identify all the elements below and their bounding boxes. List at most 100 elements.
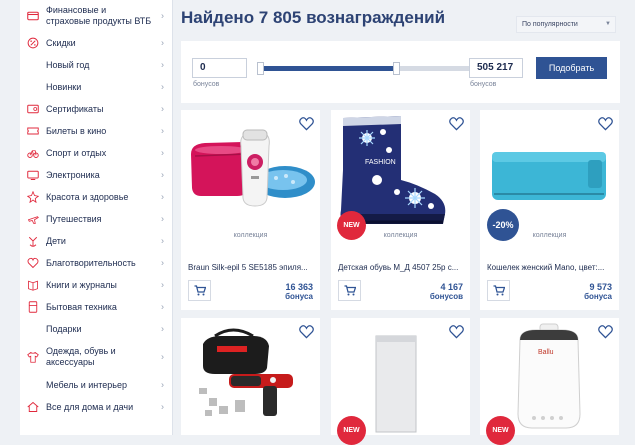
product-name[interactable]: Кошелек женский Mano, цвет:...	[487, 263, 612, 272]
sidebar-item-label: Бытовая техника	[46, 301, 117, 312]
product-card[interactable]: Ballu NEW	[480, 318, 619, 445]
sidebar-item[interactable]: Путешествия ›	[20, 208, 172, 230]
sidebar-item[interactable]: Книги и журналы ›	[20, 274, 172, 296]
sidebar-item[interactable]: Благотворительность ›	[20, 252, 172, 274]
chevron-right-icon: ›	[161, 10, 164, 21]
max-bonus-input[interactable]: 505 217	[469, 58, 523, 78]
chevron-right-icon: ›	[161, 81, 164, 92]
cart-icon	[493, 285, 505, 296]
sidebar-item-label: Красота и здоровье	[46, 191, 129, 202]
product-price: 16 363	[285, 282, 313, 292]
sidebar-item-label: Книги и журналы	[46, 279, 117, 290]
sidebar-item-label: Подарки	[46, 323, 82, 334]
sidebar-item[interactable]: Скидки ›	[20, 32, 172, 54]
product-name[interactable]: Детская обувь М_Д 4507 25р с...	[338, 263, 463, 272]
card-icon	[26, 9, 40, 23]
chevron-right-icon: ›	[161, 125, 164, 136]
chevron-right-icon: ›	[161, 147, 164, 158]
apply-filter-button[interactable]: Подобрать	[536, 57, 607, 79]
sidebar-item-label: Путешествия	[46, 213, 102, 224]
sidebar-item-label: Мебель и интерьер	[46, 379, 127, 390]
product-card[interactable]: коллекция Braun Silk-epil 5 SE5185 эпиля…	[181, 110, 320, 310]
sidebar-item-label: Дети	[46, 235, 66, 246]
product-card[interactable]: -20% коллекция Кошелек женский Mano, цве…	[480, 110, 619, 310]
sidebar-item[interactable]: Новый год ›	[20, 54, 172, 76]
sidebar-item-label: Благотворительность	[46, 257, 136, 268]
sidebar-item[interactable]: Подарки ›	[20, 318, 172, 340]
chevron-right-icon: ›	[161, 213, 164, 224]
sidebar-item[interactable]: Бытовая техника ›	[20, 296, 172, 318]
sidebar-item[interactable]: Одежда, обувь и аксессуары ›	[20, 340, 172, 374]
sidebar-item-label: Билеты в кино	[46, 125, 107, 136]
sidebar-item[interactable]: Дети ›	[20, 230, 172, 252]
favorite-heart-icon[interactable]	[598, 117, 613, 131]
bonus-range-fill	[260, 66, 396, 71]
max-bonus-label: бонусов	[470, 81, 497, 88]
sidebar-item[interactable]: Сертификаты ›	[20, 98, 172, 120]
range-min-handle[interactable]	[257, 62, 264, 75]
bonus-filter-panel: 0 бонусов 505 217 бонусов Подобрать	[181, 41, 620, 103]
product-price: 9 573	[589, 282, 612, 292]
chevron-right-icon: ›	[161, 379, 164, 390]
new-badge: NEW	[337, 416, 366, 445]
sidebar-item[interactable]: Новинки ›	[20, 76, 172, 98]
appliance-icon	[26, 300, 40, 314]
favorite-heart-icon[interactable]	[449, 117, 464, 131]
chevron-right-icon: ›	[161, 169, 164, 180]
favorite-heart-icon[interactable]	[299, 325, 314, 339]
sidebar-item[interactable]: Электроника ›	[20, 164, 172, 186]
sidebar-item[interactable]: Все для дома и дачи ›	[20, 396, 172, 418]
children-icon	[26, 234, 40, 248]
range-max-handle[interactable]	[392, 62, 400, 75]
sidebar-item[interactable]: Финансовые и страховые продукты ВТБ ›	[20, 0, 172, 32]
sidebar-item[interactable]: Спорт и отдых ›	[20, 142, 172, 164]
sidebar-item[interactable]: Билеты в кино ›	[20, 120, 172, 142]
sidebar-item-label: Спорт и отдых	[46, 147, 107, 158]
sidebar-item[interactable]: Красота и здоровье ›	[20, 186, 172, 208]
beauty-icon	[26, 190, 40, 204]
add-to-cart-button[interactable]	[487, 280, 510, 301]
product-name[interactable]: Braun Silk-epil 5 SE5185 эпиля...	[188, 263, 313, 272]
chevron-right-icon: ›	[161, 191, 164, 202]
sidebar-item-label: Сертификаты	[46, 103, 104, 114]
min-bonus-label: бонусов	[193, 81, 220, 88]
ticket-icon	[26, 124, 40, 138]
add-to-cart-button[interactable]	[338, 280, 361, 301]
sidebar-item-label: Все для дома и дачи	[46, 401, 134, 412]
chevron-right-icon: ›	[161, 401, 164, 412]
charity-icon	[26, 256, 40, 270]
cart-icon	[194, 285, 206, 296]
favorite-heart-icon[interactable]	[449, 325, 464, 339]
chevron-right-icon: ›	[161, 59, 164, 70]
chevron-right-icon: ›	[161, 257, 164, 268]
chevron-right-icon: ›	[161, 103, 164, 114]
product-card[interactable]: FASHION NEW коллекция Детская обувь М_Д …	[331, 110, 470, 310]
sort-select-value: По популярности	[522, 21, 578, 28]
product-price-unit: бонуса	[584, 292, 612, 301]
sidebar-item-label: Финансовые и страховые продукты ВТБ	[46, 5, 152, 26]
bonus-range-slider[interactable]	[260, 66, 469, 71]
favorite-heart-icon[interactable]	[598, 325, 613, 339]
favorite-heart-icon[interactable]	[299, 117, 314, 131]
book-icon	[26, 278, 40, 292]
sidebar-item-label: Скидки	[46, 37, 76, 48]
chevron-right-icon: ›	[161, 351, 164, 362]
product-card[interactable]: NEW	[331, 318, 470, 445]
min-bonus-input[interactable]: 0	[192, 58, 247, 78]
sort-select[interactable]: По популярности ▼	[516, 16, 616, 33]
sidebar-item-label: Электроника	[46, 169, 100, 180]
new-badge: NEW	[486, 416, 515, 445]
bicycle-icon	[26, 146, 40, 160]
product-brand-logo: Ballu	[538, 349, 554, 356]
add-to-cart-button[interactable]	[188, 280, 211, 301]
chevron-right-icon: ›	[161, 37, 164, 48]
product-card[interactable]	[181, 318, 320, 435]
home-icon	[26, 400, 40, 414]
sidebar-item[interactable]: Мебель и интерьер ›	[20, 374, 172, 396]
certificate-icon	[26, 102, 40, 116]
chevron-down-icon: ▼	[605, 21, 611, 27]
clothing-icon	[26, 350, 40, 364]
product-collection-label: коллекция	[383, 232, 418, 239]
chevron-right-icon: ›	[161, 235, 164, 246]
page-title: Найдено 7 805 вознаграждений	[181, 8, 446, 27]
